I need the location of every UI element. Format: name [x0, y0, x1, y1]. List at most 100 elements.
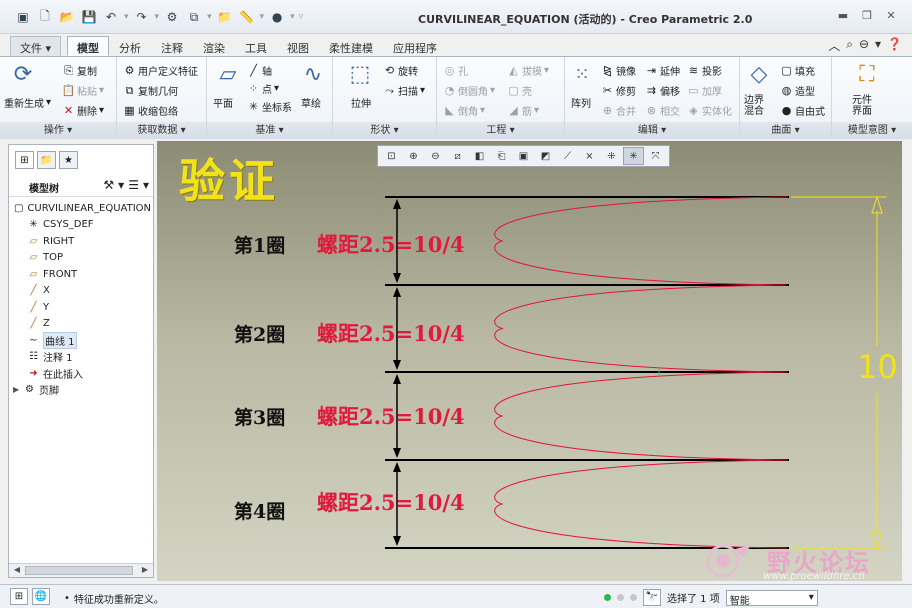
group-label[interactable]: 工程 ▾: [437, 122, 564, 139]
navigator-toggle-icon[interactable]: ⊞: [10, 588, 28, 605]
chevron-down-icon[interactable]: ▾: [124, 12, 129, 22]
group-label[interactable]: 形状 ▾: [333, 122, 436, 139]
delete-button[interactable]: ✕ 删除 ▾: [62, 103, 104, 118]
solidify-button[interactable]: ◈ 实体化: [687, 103, 732, 118]
csys-button[interactable]: ✳ 坐标系: [247, 99, 292, 114]
trim-button[interactable]: ✂ 修剪: [601, 83, 636, 98]
repaint-icon[interactable]: ⧄: [447, 147, 468, 165]
search-icon[interactable]: ⌕: [846, 37, 853, 54]
redo-icon[interactable]: ↷: [133, 9, 151, 25]
boundary-blend-button[interactable]: 边界混合: [744, 95, 772, 117]
pattern-button[interactable]: 阵列: [571, 95, 591, 110]
chevron-down-icon[interactable]: ▾: [143, 178, 149, 192]
saved-views-icon[interactable]: ⎗: [491, 147, 512, 165]
plane-button[interactable]: 平面: [213, 95, 233, 110]
new-file-icon[interactable]: 🗋: [36, 9, 54, 25]
model-tree-item[interactable]: ✳ CSYS_DEF: [13, 217, 151, 234]
model-tree-item[interactable]: ▱ TOP: [13, 250, 151, 267]
model-tree-item[interactable]: ☷ 注释 1: [13, 349, 151, 366]
open-folder-icon[interactable]: 📂: [58, 9, 76, 25]
thicken-button[interactable]: ▭ 加厚: [687, 83, 722, 98]
copy-geometry-button[interactable]: ⧉ 复制几何: [123, 83, 178, 99]
shell-button[interactable]: ▢ 壳: [507, 83, 532, 98]
chevron-down-icon[interactable]: ▾: [118, 178, 124, 192]
measure-icon[interactable]: 📏: [238, 9, 256, 25]
pattern-icon[interactable]: ⁙: [569, 61, 595, 87]
point-display-icon[interactable]: ⁜: [601, 147, 622, 165]
community-icon[interactable]: ⊖: [859, 37, 869, 54]
model-tree-item[interactable]: ▱ RIGHT: [13, 233, 151, 250]
fill-button[interactable]: ▢ 填充: [780, 63, 815, 78]
display-style-icon[interactable]: ◧: [469, 147, 490, 165]
freestyle-button[interactable]: ● 自由式: [780, 103, 825, 118]
regenerate-button[interactable]: 重新生成 ▾: [4, 95, 51, 110]
regenerate-icon[interactable]: ⚙: [163, 9, 181, 25]
extend-button[interactable]: ⇥ 延伸: [645, 63, 680, 78]
shrinkwrap-button[interactable]: ▦ 收缩包络: [123, 103, 178, 118]
boundary-blend-icon[interactable]: ◇: [746, 61, 772, 87]
perspective-icon[interactable]: ◩: [535, 147, 556, 165]
model-tree-item[interactable]: ▶ ⚙ 页脚: [13, 382, 151, 399]
group-label[interactable]: 获取数据 ▾: [117, 122, 206, 139]
scrollbar-thumb[interactable]: [25, 566, 133, 575]
annotation-display-icon[interactable]: ⤧: [645, 147, 666, 165]
chevron-down-icon[interactable]: ▾: [290, 12, 295, 22]
model-tree-item[interactable]: ▱ FRONT: [13, 266, 151, 283]
chevron-down-icon[interactable]: ▾: [155, 12, 160, 22]
tab-applications[interactable]: 应用程序: [383, 36, 447, 56]
group-label[interactable]: 曲面 ▾: [740, 122, 831, 139]
udf-button[interactable]: ⚙ 用户定义特征: [123, 63, 198, 78]
tab-tools[interactable]: 工具: [235, 36, 277, 56]
tab-file[interactable]: 文件 ▾: [10, 36, 62, 56]
component-interface-icon[interactable]: ⛶: [854, 61, 880, 87]
tab-render[interactable]: 渲染: [193, 36, 235, 56]
tab-annotate[interactable]: 注释: [151, 36, 193, 56]
folder-icon[interactable]: 📁: [216, 9, 234, 25]
copy-button[interactable]: ⎘ 复制: [62, 63, 97, 79]
help-icon[interactable]: ❓: [887, 37, 902, 54]
chamfer-button[interactable]: ◣ 倒角 ▾: [443, 103, 485, 118]
draft-button[interactable]: ◭ 拔模 ▾: [507, 63, 549, 78]
settings-icon[interactable]: ⚒: [103, 178, 114, 192]
tab-analysis[interactable]: 分析: [109, 36, 151, 56]
zoom-out-icon[interactable]: ⊖: [425, 147, 446, 165]
sketch-button[interactable]: 草绘: [301, 95, 321, 110]
minimize-icon[interactable]: ▬: [836, 8, 850, 22]
tab-flexible-modeling[interactable]: 柔性建模: [319, 36, 383, 56]
model-tree-item[interactable]: ∼ 曲线 1: [13, 332, 151, 349]
close-icon[interactable]: ✕: [884, 8, 898, 22]
scroll-left-icon[interactable]: ◀: [11, 565, 23, 576]
browser-toggle-icon[interactable]: 🌐: [32, 588, 50, 605]
component-interface-button[interactable]: 元件界面: [852, 95, 880, 117]
model-tree-item[interactable]: ➜ 在此插入: [13, 365, 151, 382]
chevron-down-icon[interactable]: ▾: [260, 12, 265, 22]
collapse-ribbon-icon[interactable]: ︿: [828, 37, 840, 54]
horizontal-scrollbar[interactable]: ◀ ▶: [9, 563, 153, 577]
merge-button[interactable]: ⊕ 合并: [601, 103, 636, 118]
style-button[interactable]: ◍ 造型: [780, 83, 815, 98]
sketch-icon[interactable]: ∿: [300, 61, 326, 87]
model-tree-tab-icon[interactable]: ⊞: [15, 151, 34, 169]
show-icon[interactable]: ☰: [128, 178, 139, 192]
model-tree-item[interactable]: ▢ CURVILINEAR_EQUATION: [13, 200, 151, 217]
extrude-icon[interactable]: ⬚: [347, 61, 373, 87]
intersect-button[interactable]: ⊗ 相交: [645, 103, 680, 118]
restore-icon[interactable]: ❐: [860, 8, 874, 22]
graphics-viewport[interactable]: 验证 第1圈 螺距2.5=10/4 第2圈 螺距2.5=10/4 第3圈 螺距2…: [157, 141, 902, 581]
group-label[interactable]: 操作 ▾: [0, 122, 116, 139]
hole-button[interactable]: ◎ 孔: [443, 63, 468, 78]
customize-qat-icon[interactable]: ▿: [299, 12, 304, 22]
offset-button[interactable]: ⇉ 偏移: [645, 83, 680, 98]
scroll-right-icon[interactable]: ▶: [139, 565, 151, 576]
csys-display-icon[interactable]: ✳: [623, 147, 644, 165]
project-button[interactable]: ≋ 投影: [687, 63, 722, 78]
appearance-icon[interactable]: ●: [268, 9, 286, 25]
view-manager-icon[interactable]: ▣: [513, 147, 534, 165]
revolve-button[interactable]: ⟲ 旋转: [383, 63, 418, 78]
save-icon[interactable]: 💾: [80, 9, 98, 25]
regenerate-icon[interactable]: ⟳: [10, 61, 36, 87]
model-tree-item[interactable]: ╱ Z: [13, 316, 151, 333]
model-tree-item[interactable]: ╱ X: [13, 283, 151, 300]
favorites-tab-icon[interactable]: ★: [59, 151, 78, 169]
undo-icon[interactable]: ↶: [102, 9, 120, 25]
